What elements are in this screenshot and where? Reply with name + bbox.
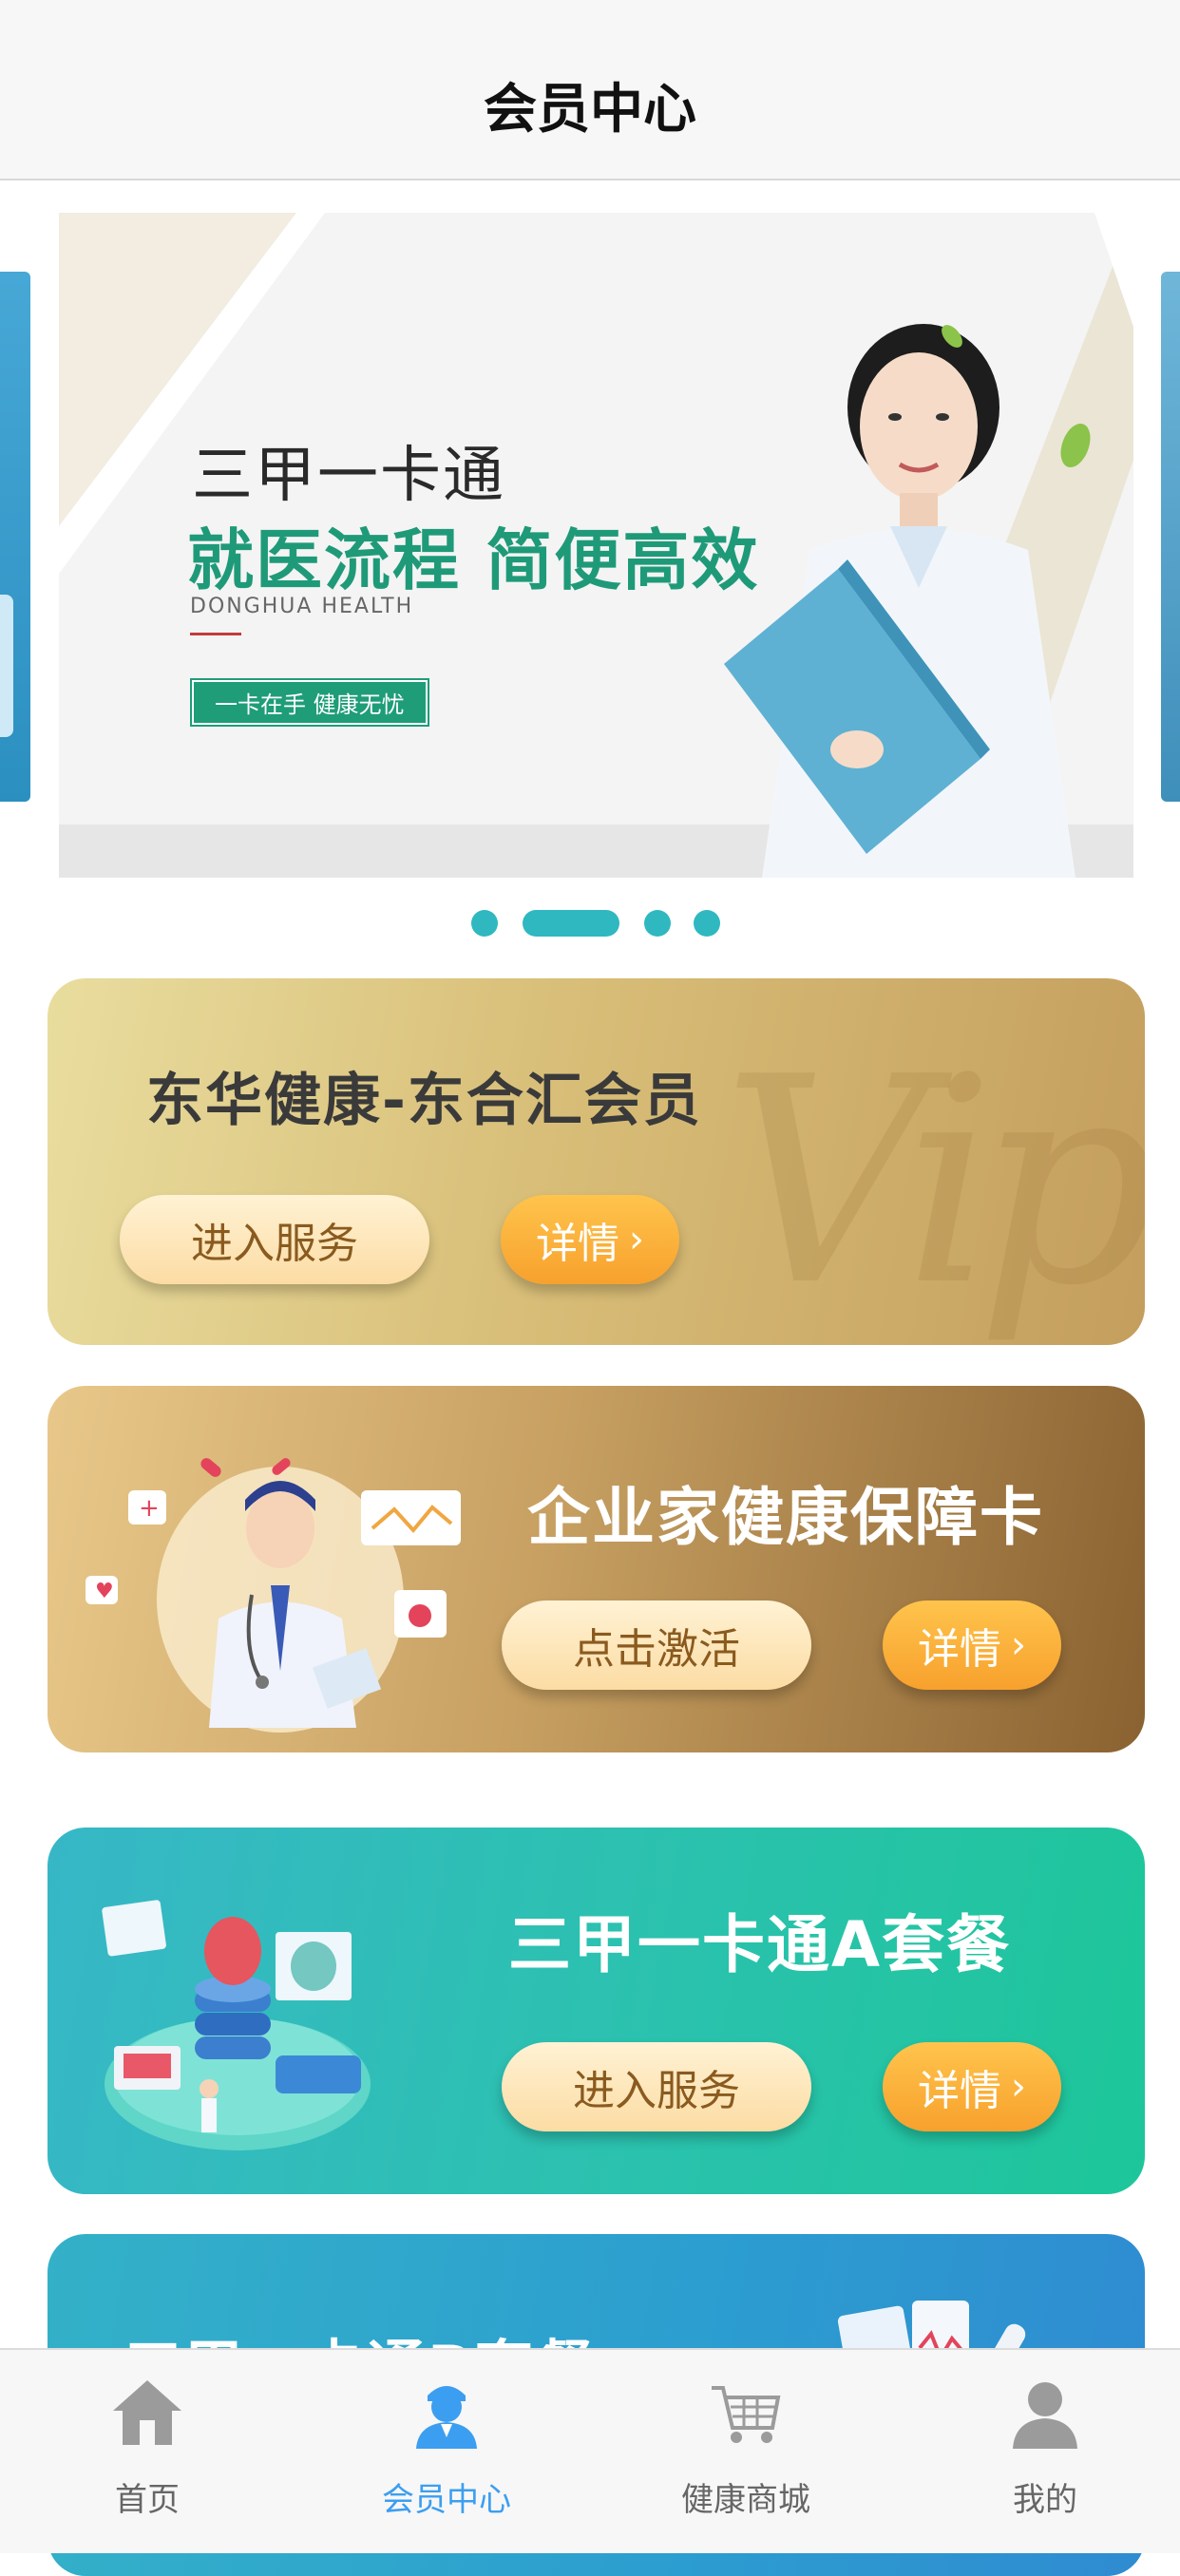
carousel-dot[interactable] [644,910,671,937]
banner-line2: 就医流程 简便高效 [187,521,760,599]
tab-label: 会员中心 [382,2481,511,2519]
card-title: 三甲一卡通A套餐 [508,1908,1012,1981]
carousel-next-slide[interactable] [1161,272,1180,802]
button-label: 点击激活 [573,1625,740,1674]
chevron-right-icon: › [1011,1623,1026,1667]
page-title: 会员中心 [484,79,696,141]
enter-service-button[interactable]: 进入服务 [502,2042,811,2131]
button-label: 详情 [918,1625,1001,1674]
tab-mine[interactable]: 我的 [898,2350,1180,2555]
carousel-indicator [0,910,1180,938]
banner-line1: 三甲一卡通 [192,441,505,511]
activate-button[interactable]: 点击激活 [502,1601,811,1690]
banner-tag: 一卡在手 健康无忧 [190,678,429,727]
doctor-illustration: ♥ + [86,1458,461,1733]
carousel-banner[interactable]: 三甲一卡通 就医流程 简便高效 DONGHUA HEALTH 一卡在手 健康无忧 [59,213,1133,878]
card-title: 企业家健康保障卡 [527,1481,1044,1554]
tab-label: 首页 [115,2481,180,2519]
chevron-right-icon: › [1011,2065,1026,2109]
button-label: 进入服务 [191,1220,358,1268]
carousel-dot[interactable] [694,910,720,937]
banner-line3: DONGHUA HEALTH [190,595,414,618]
cart-icon [712,2386,781,2443]
chevron-right-icon: › [629,1218,644,1261]
carousel-prev-slide[interactable] [0,272,30,802]
vip-member-card[interactable]: Vip 东华健康-东合汇会员 进入服务 详情 › [48,978,1145,1345]
enter-service-button[interactable]: 进入服务 [120,1195,429,1284]
vip-watermark: Vip [722,1016,1145,1345]
card-title: 东华健康-东合汇会员 [146,1068,702,1134]
tab-label: 我的 [1013,2481,1077,2519]
details-button[interactable]: 详情 › [501,1195,679,1284]
hospital-illustration [102,1900,371,2150]
details-button[interactable]: 详情 › [883,2042,1061,2131]
slide-stub [0,595,13,737]
nav-bar: 会员中心 [0,0,1180,180]
user-icon [1013,2382,1077,2449]
banner-underline [190,633,241,635]
package-a-card[interactable]: 三甲一卡通A套餐 进入服务 详情 › [48,1828,1145,2194]
button-label: 详情 [536,1220,619,1268]
doctor-icon [416,2386,477,2449]
home-icon [113,2380,181,2445]
tab-member-center[interactable]: 会员中心 [299,2350,594,2555]
carousel-dot[interactable] [471,910,498,937]
tab-bar: 首页 会员中心 健康商城 我的 [0,2348,1180,2553]
svg-text:♥: ♥ [95,1580,114,1603]
carousel-dot-active[interactable] [523,910,619,937]
svg-text:+: + [139,1494,160,1523]
doctor-illustration [724,324,1091,878]
details-button[interactable]: 详情 › [883,1601,1061,1690]
tab-home[interactable]: 首页 [0,2350,295,2555]
button-label: 详情 [918,2067,1001,2115]
button-label: 进入服务 [573,2067,740,2115]
tab-health-mall[interactable]: 健康商城 [599,2350,893,2555]
entrepreneur-health-card[interactable]: ♥ + 企业家健康保障卡 点击激活 详情 › [48,1386,1145,1752]
tab-label: 健康商城 [681,2481,810,2519]
